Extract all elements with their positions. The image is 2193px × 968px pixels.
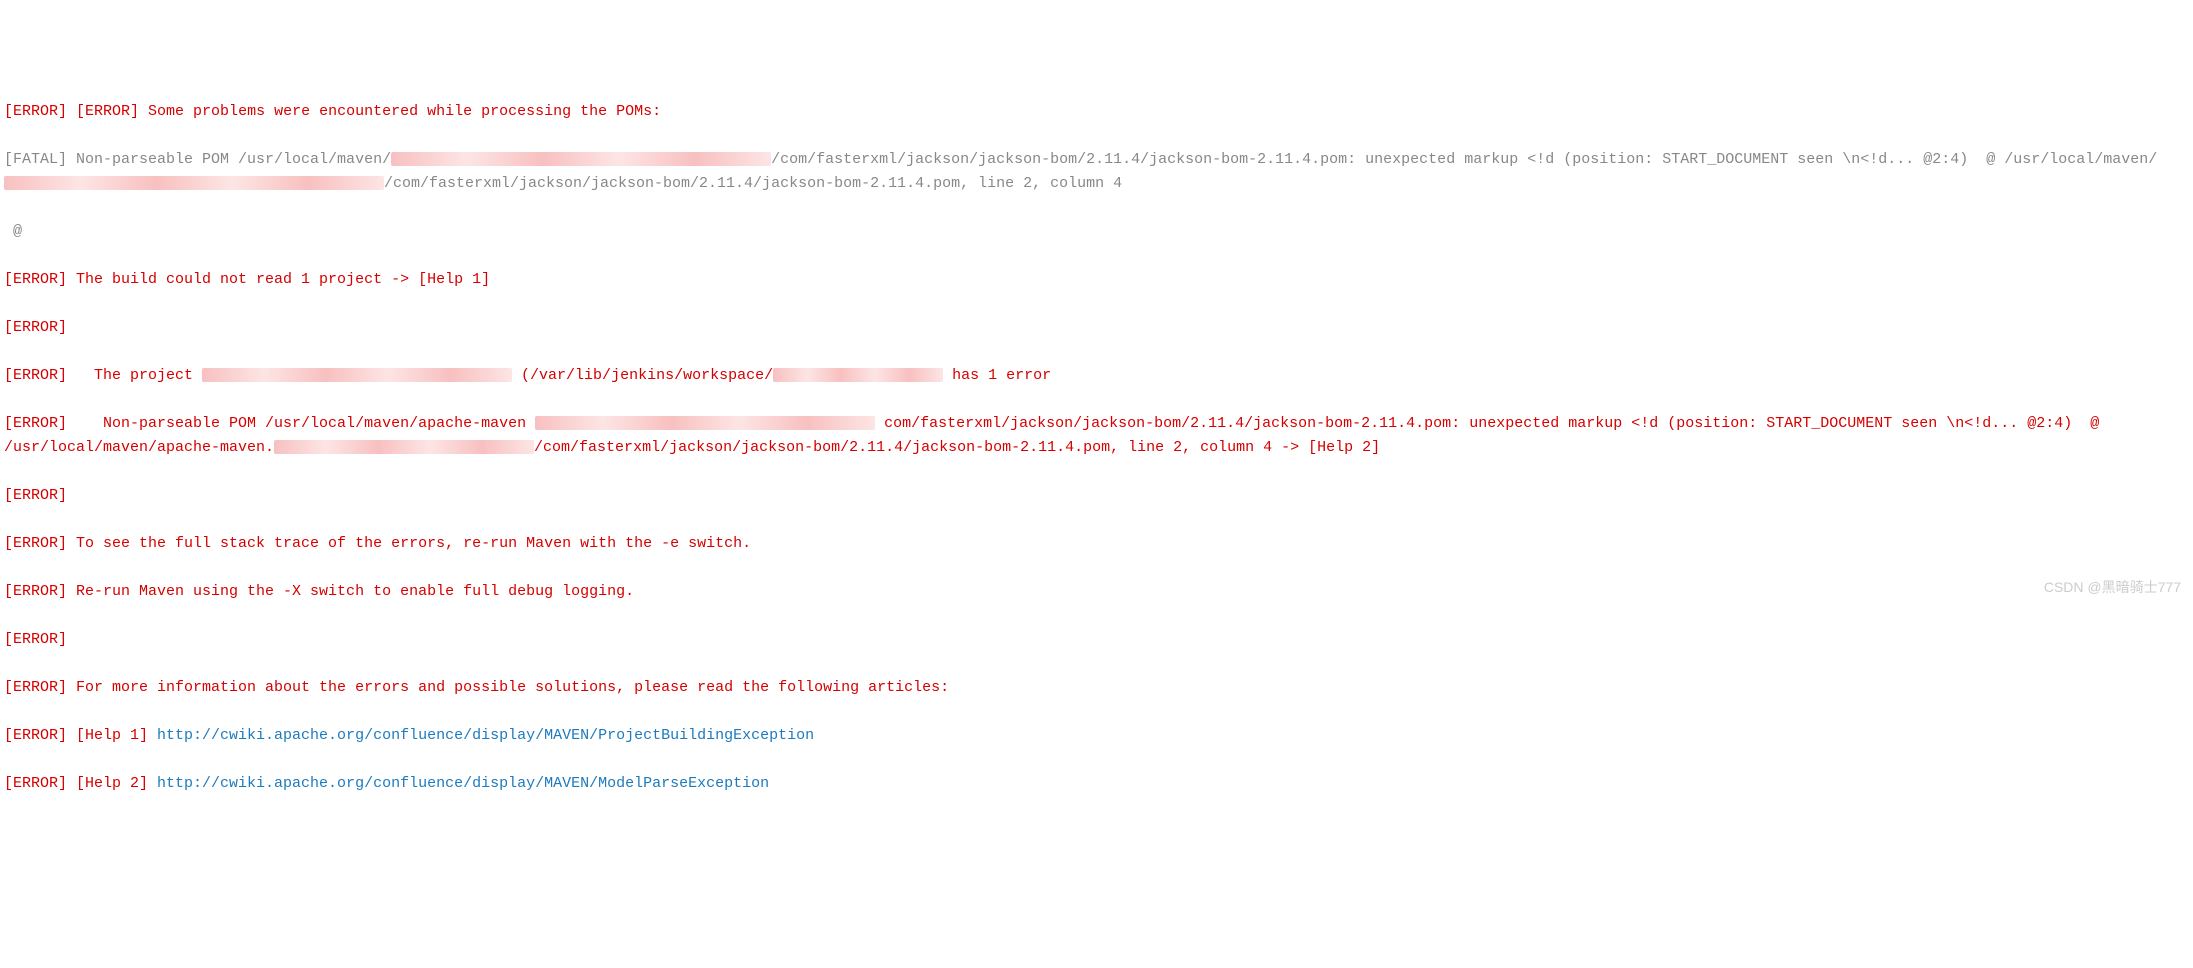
log-line: [ERROR] Non-parseable POM /usr/local/mav… xyxy=(4,412,2189,460)
log-text: For more information about the errors an… xyxy=(67,679,949,696)
log-text: Re-run Maven using the -X switch to enab… xyxy=(67,583,634,600)
log-text: To see the full stack trace of the error… xyxy=(67,535,751,552)
redacted-block xyxy=(202,368,512,382)
redacted-block xyxy=(4,176,384,190)
log-line: [FATAL] Non-parseable POM /usr/local/mav… xyxy=(4,148,2189,196)
log-line: [ERROR] [Help 1] http://cwiki.apache.org… xyxy=(4,724,2189,748)
log-line: [ERROR] xyxy=(4,316,2189,340)
help-link-1[interactable]: http://cwiki.apache.org/confluence/displ… xyxy=(157,727,814,744)
log-text: Some problems were encountered while pro… xyxy=(139,103,661,120)
error-tag: [ERROR] xyxy=(4,103,67,120)
log-text: /com/fasterxml/jackson/jackson-bom/2.11.… xyxy=(771,151,2157,168)
error-tag: [ERROR] xyxy=(4,583,67,600)
log-line: @ xyxy=(4,220,2189,244)
log-text: /com/fasterxml/jackson/jackson-bom/2.11.… xyxy=(384,175,1122,192)
fatal-tag: [FATAL] xyxy=(4,151,67,168)
error-tag: [ERROR] xyxy=(4,775,67,792)
log-line: [ERROR] For more information about the e… xyxy=(4,676,2189,700)
error-tag: [ERROR] xyxy=(4,487,67,504)
help-label: [Help 2] xyxy=(67,775,157,792)
log-text: /com/fasterxml/jackson/jackson-bom/2.11.… xyxy=(534,439,1380,456)
log-line: [ERROR] The build could not read 1 proje… xyxy=(4,268,2189,292)
log-line: [ERROR] The project (/var/lib/jenkins/wo… xyxy=(4,364,2189,388)
error-tag: [ERROR] xyxy=(4,631,67,648)
error-tag: [ERROR] xyxy=(4,271,67,288)
log-line: [ERROR] xyxy=(4,628,2189,652)
error-tag: [ERROR] xyxy=(4,535,67,552)
log-line: [ERROR] To see the full stack trace of t… xyxy=(4,532,2189,556)
log-text: The build could not read 1 project -> [H… xyxy=(67,271,490,288)
log-text: (/var/lib/jenkins/workspace/ xyxy=(512,367,773,384)
help-label: [Help 1] xyxy=(67,727,157,744)
redacted-block xyxy=(274,440,534,454)
log-line: [ERROR] Re-run Maven using the -X switch… xyxy=(4,580,2189,604)
error-tag: [ERROR] xyxy=(76,103,139,120)
redacted-block xyxy=(773,368,943,382)
log-line: [ERROR] xyxy=(4,484,2189,508)
log-text: has 1 error xyxy=(943,367,1051,384)
log-text: Non-parseable POM /usr/local/maven/apach… xyxy=(67,415,535,432)
error-tag: [ERROR] xyxy=(4,319,67,336)
redacted-block xyxy=(391,152,771,166)
error-tag: [ERROR] xyxy=(4,727,67,744)
log-line: [ERROR] [ERROR] Some problems were encou… xyxy=(4,100,2189,124)
error-tag: [ERROR] xyxy=(4,367,67,384)
error-tag: [ERROR] xyxy=(4,679,67,696)
log-text: The project xyxy=(67,367,202,384)
redacted-block xyxy=(535,416,875,430)
error-tag: [ERROR] xyxy=(4,415,67,432)
log-line: [ERROR] [Help 2] http://cwiki.apache.org… xyxy=(4,772,2189,796)
help-link-2[interactable]: http://cwiki.apache.org/confluence/displ… xyxy=(157,775,769,792)
log-text: Non-parseable POM /usr/local/maven/ xyxy=(67,151,391,168)
